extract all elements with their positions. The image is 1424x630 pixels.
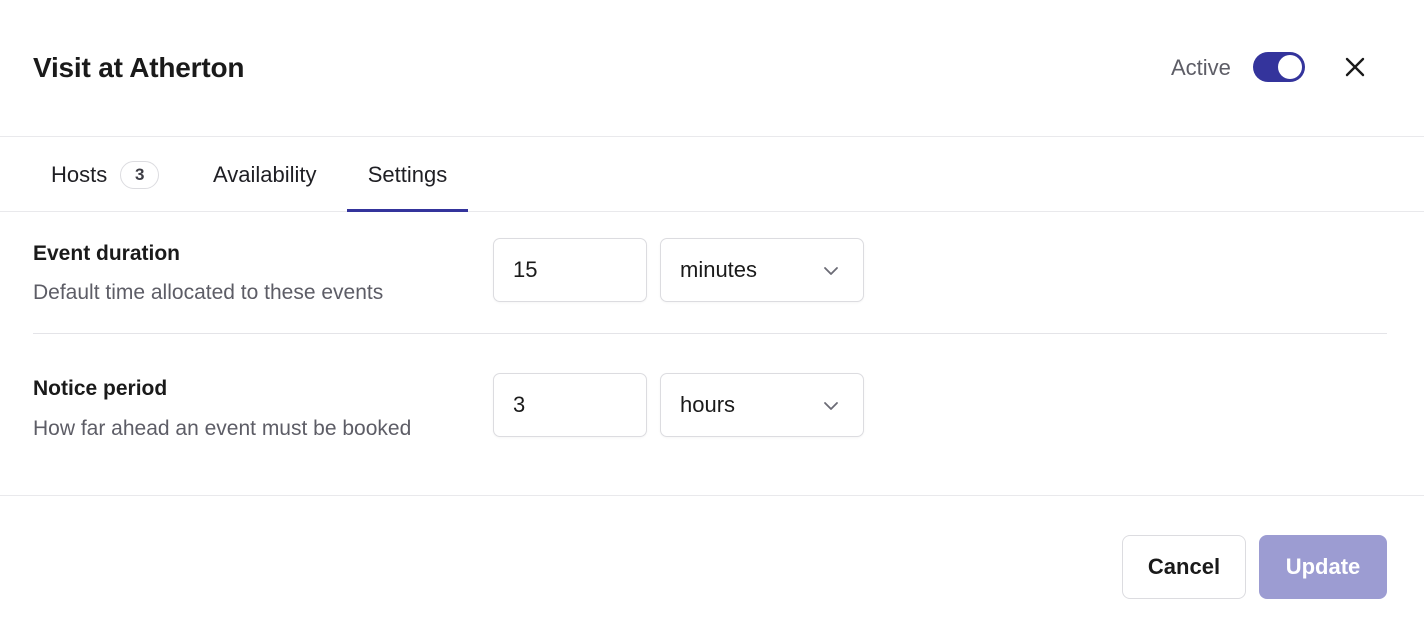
chevron-down-icon [824,267,838,275]
dialog-header: Visit at Atherton Active [0,0,1424,137]
event-settings-dialog: Visit at Atherton Active Hosts 3 Availab… [0,0,1424,630]
notice-period-unit-value: hours [680,392,736,417]
event-duration-label: Event duration [33,242,181,265]
tab-settings-label: Settings [367,161,448,187]
active-toggle[interactable] [1253,52,1305,82]
event-duration-input[interactable] [493,238,647,302]
dialog-footer: Cancel Update [0,495,1424,630]
dialog-title: Visit at Atherton [33,52,245,83]
tab-hosts-label: Hosts [51,161,108,187]
tab-availability[interactable]: Availability [213,138,317,211]
notice-period-input[interactable] [493,373,647,437]
active-label: Active [1171,55,1231,80]
notice-period-description: How far ahead an event must be booked [33,417,412,440]
update-button[interactable]: Update [1259,535,1387,599]
close-icon [1345,57,1365,77]
hosts-count-badge: 3 [120,160,160,189]
notice-period-label: Notice period [33,377,168,400]
tab-hosts[interactable]: Hosts 3 [51,138,160,211]
notice-period-row: Notice period How far ahead an event mus… [33,335,1387,495]
chevron-down-icon [824,402,838,410]
event-duration-unit-value: minutes [680,257,758,282]
event-duration-unit-select[interactable]: minutes [660,238,864,302]
event-duration-row: Event duration Default time allocated to… [33,212,1387,334]
close-button[interactable] [1340,52,1370,82]
notice-period-unit-select[interactable]: hours [660,373,864,437]
tab-availability-label: Availability [213,161,317,187]
tab-bar: Hosts 3 Availability Settings [0,138,1424,212]
tab-settings[interactable]: Settings [347,138,468,212]
toggle-knob [1278,55,1302,79]
cancel-button[interactable]: Cancel [1122,535,1246,599]
event-duration-description: Default time allocated to these events [33,281,384,304]
